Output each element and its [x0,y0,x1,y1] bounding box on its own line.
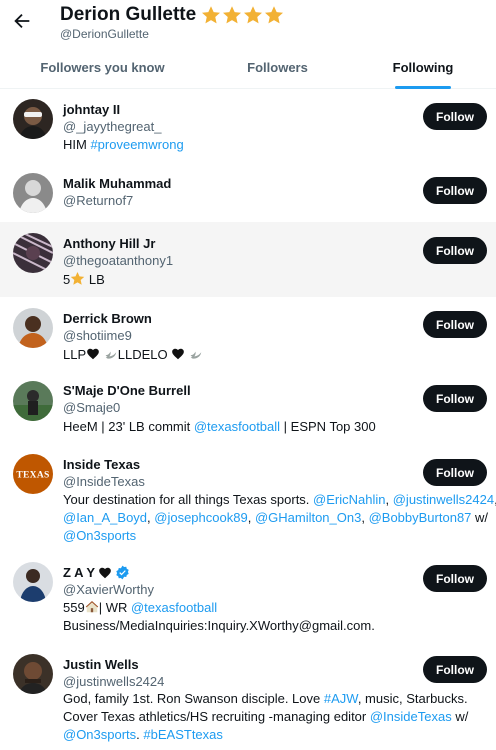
user-row[interactable]: S'Maje D'One Burrell @Smaje0 HeeM | 23' … [0,371,496,445]
avatar[interactable] [13,381,53,421]
user-handle: @_jayythegreat_ [63,119,162,134]
avatar[interactable] [13,654,53,694]
user-row[interactable]: Anthony Hill Jr @thegoatanthony1 5 LB Fo… [0,222,496,297]
hashtag-link[interactable]: #bEASTtexas [143,727,223,742]
user-row[interactable]: Malik Muhammad @Returnof7 Follow [0,162,496,222]
user-name[interactable]: Inside Texas [63,457,140,472]
avatar[interactable] [13,233,53,273]
mention-link[interactable]: @Ian_A_Boyd [63,510,147,525]
user-name[interactable]: S'Maje D'One Burrell [63,383,191,398]
mention-link[interactable]: @On3sports [63,528,136,543]
avatar[interactable] [13,173,53,213]
star-icon [222,5,242,25]
user-name[interactable]: Malik Muhammad [63,176,171,191]
back-arrow-icon[interactable] [11,10,33,32]
user-handle: @thegoatanthony1 [63,253,174,268]
follow-button[interactable]: Follow [423,103,487,130]
user-name[interactable]: Justin Wells [63,657,139,672]
user-name[interactable]: johntay II [63,102,120,117]
mention-link[interactable]: @texasfootball [131,600,217,615]
user-bio: HeeM | 23' LB commit @texasfootball | ES… [63,419,376,434]
mention-link[interactable]: @EricNahlin [313,492,385,507]
star-rating [201,5,284,25]
user-handle: @Returnof7 [63,193,134,208]
user-bio: 5 LB [63,271,105,287]
profile-name: Derion Gullette [60,4,197,25]
user-row[interactable]: Justin Wells @justinwells2424 God, famil… [0,645,496,750]
star-emoji-icon [70,271,85,286]
hashtag-link[interactable]: #AJW [324,691,358,706]
dove-icon [189,347,203,361]
user-row[interactable]: Z A Y @XavierWorthy 559 | WR @texasfootba… [0,553,496,645]
user-row[interactable]: johntay II @_jayythegreat_ HIM #proveemw… [0,90,496,162]
follow-button[interactable]: Follow [423,237,487,264]
tab-followers-you-know[interactable]: Followers you know [0,46,205,89]
avatar[interactable] [13,99,53,139]
user-bio: LLP LLDELO [63,346,488,364]
star-icon [243,5,263,25]
tab-following[interactable]: Following [350,46,496,89]
mention-link[interactable]: @InsideTexas [370,709,452,724]
follow-button[interactable]: Follow [423,656,487,683]
mention-link[interactable]: @josephcook89 [154,510,247,525]
active-tab-indicator [395,86,451,89]
mention-link[interactable]: @texasfootball [194,419,280,434]
star-icon [264,5,284,25]
profile-handle: @DerionGullette [60,27,149,41]
follow-button[interactable]: Follow [423,385,487,412]
mention-link[interactable]: @On3sports [63,727,136,742]
user-row[interactable]: TEXAS Inside Texas @InsideTexas Your des… [0,445,496,553]
user-bio: HIM #proveemwrong [63,137,184,152]
follow-button[interactable]: Follow [423,177,487,204]
avatar[interactable] [13,308,53,348]
user-row[interactable]: Derrick Brown @shotiime9 LLP LLDELO Foll… [0,297,496,371]
user-bio: God, family 1st. Ron Swanson disciple. L… [63,691,469,742]
black-heart-icon [171,347,185,361]
user-name[interactable]: Z A Y [63,565,130,580]
user-handle: @XavierWorthy [63,582,154,597]
dove-icon [104,347,118,361]
mention-link[interactable]: @GHamilton_On3 [255,510,361,525]
user-handle: @shotiime9 [63,328,132,343]
profile-header: Derion Gullette @DerionGullette [0,0,496,46]
black-heart-icon [98,566,112,580]
user-handle: @InsideTexas [63,474,145,489]
user-name[interactable]: Derrick Brown [63,311,152,326]
tab-bar: Followers you know Followers Following [0,46,496,89]
verified-badge-icon[interactable] [115,565,130,580]
follow-button[interactable]: Follow [423,459,487,486]
house-icon [85,600,99,614]
user-name[interactable]: Anthony Hill Jr [63,236,155,251]
star-icon [201,5,221,25]
user-handle: @Smaje0 [63,400,121,415]
hashtag-link[interactable]: #proveemwrong [90,137,183,152]
avatar[interactable] [13,562,53,602]
page-title: Derion Gullette [60,4,284,26]
user-bio: 559 | WR @texasfootball Business/MediaInq… [63,600,375,633]
mention-link[interactable]: @justinwells2424 [393,492,494,507]
black-heart-icon [86,347,100,361]
avatar-logo-text: TEXAS [16,471,49,481]
user-bio: Your destination for all things Texas sp… [63,492,496,543]
follow-button[interactable]: Follow [423,565,487,592]
follow-button[interactable]: Follow [423,311,487,338]
mention-link[interactable]: @BobbyBurton87 [369,510,472,525]
avatar[interactable]: TEXAS [13,454,53,494]
tab-followers[interactable]: Followers [205,46,350,89]
user-handle: @justinwells2424 [63,674,165,689]
